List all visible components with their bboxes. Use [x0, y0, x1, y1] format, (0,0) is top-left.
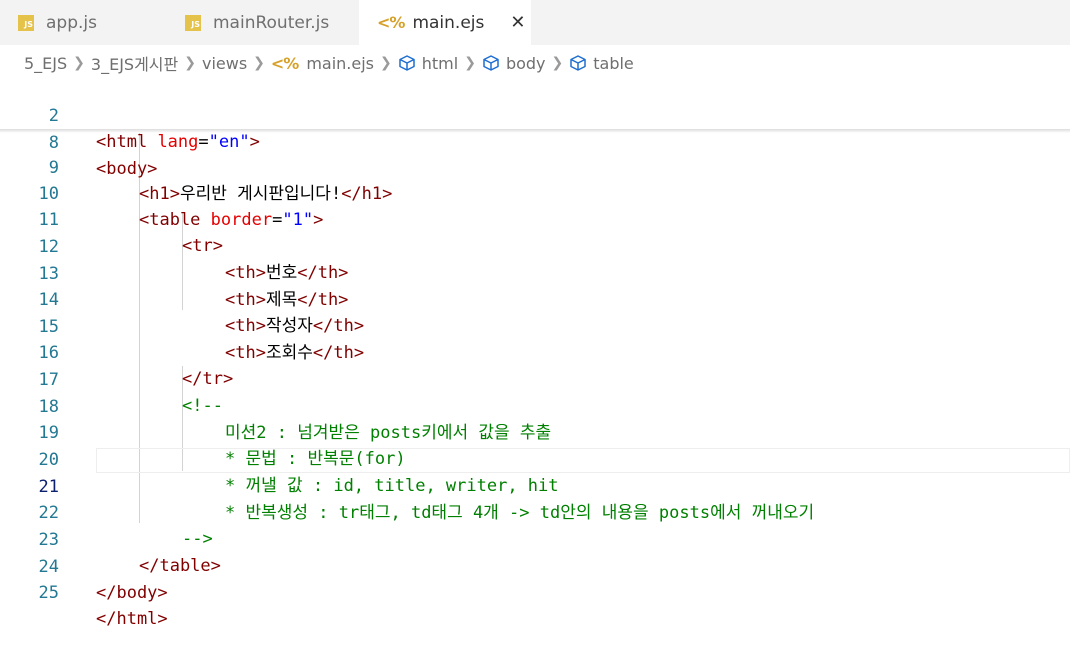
- code-line: 8 <body>: [0, 103, 1070, 180]
- tab-main-router-js[interactable]: JS mainRouter.js: [167, 0, 359, 45]
- code-line-current: 21 * 반복생성 : tr태그, td태그 4개 -> td안의 내용을 po…: [0, 447, 1070, 524]
- chevron-right-icon: ❯: [73, 55, 85, 71]
- tab-label: mainRouter.js: [213, 12, 330, 33]
- close-icon[interactable]: ✕: [510, 12, 525, 33]
- code-line: 22 -->: [0, 473, 1070, 550]
- code-line: 2 <html lang="en">: [0, 76, 1070, 153]
- line-number: 25: [38, 582, 59, 603]
- breadcrumb-item-folder[interactable]: views: [202, 54, 247, 73]
- breadcrumb-item-symbol[interactable]: table: [569, 54, 634, 73]
- code-editor[interactable]: 2 <html lang="en"> 8 <body> 9 <h1>우리반 게시…: [0, 76, 1070, 630]
- chevron-right-icon: ❯: [380, 55, 392, 71]
- tab-label: app.js: [46, 12, 97, 33]
- chevron-right-icon: ❯: [253, 55, 265, 71]
- code-line: 18 미션2 : 넘겨받은 posts키에서 값을 추출: [0, 367, 1070, 444]
- breadcrumb-item-symbol[interactable]: body: [482, 54, 546, 73]
- tab-main-ejs[interactable]: <% main.ejs ✕: [359, 0, 531, 45]
- breadcrumb-item-file[interactable]: <% main.ejs: [271, 54, 374, 73]
- js-file-icon: JS: [18, 14, 34, 31]
- breadcrumb: 5_EJS ❯ 3_EJS게시판 ❯ views ❯ <% main.ejs ❯…: [24, 49, 634, 77]
- code-line: 14 <th>작성자</th>: [0, 260, 1070, 337]
- tab-label: main.ejs: [412, 12, 485, 33]
- ejs-file-icon: <%: [270, 53, 299, 73]
- code-line: 15 <th>조회수</th>: [0, 287, 1070, 364]
- code-line: 12 <th>번호</th>: [0, 207, 1070, 284]
- code-line: 13 <th>제목</th>: [0, 234, 1070, 311]
- code-line: 23 </table>: [0, 500, 1070, 577]
- chevron-right-icon: ❯: [184, 55, 196, 71]
- breadcrumb-item-folder[interactable]: 3_EJS게시판: [91, 51, 178, 75]
- code-line: 16 </tr>: [0, 313, 1070, 390]
- chevron-right-icon: ❯: [551, 55, 564, 71]
- tab-app-js[interactable]: JS app.js: [0, 0, 167, 45]
- cube-icon: [399, 55, 415, 71]
- code-line: 24 </body>: [0, 527, 1070, 604]
- breadcrumb-item-symbol[interactable]: html: [398, 54, 458, 73]
- code-line: 25 </html>: [0, 553, 1070, 630]
- js-file-icon: JS: [185, 14, 201, 31]
- ejs-file-icon: <%: [377, 13, 405, 32]
- code-line: 11 <tr>: [0, 180, 1070, 257]
- cube-icon: [483, 55, 499, 71]
- code-line: 9 <h1>우리반 게시판입니다!</h1>: [0, 128, 1070, 205]
- chevron-right-icon: ❯: [464, 55, 476, 71]
- editor-tab-bar: JS app.js JS mainRouter.js <% main.ejs ✕: [0, 0, 1070, 45]
- breadcrumb-item-folder[interactable]: 5_EJS: [24, 54, 67, 73]
- cube-icon: [570, 55, 586, 71]
- code-line: 20 * 꺼낼 값 : id, title, writer, hit: [0, 420, 1070, 497]
- code-line: 10 <table border="1">: [0, 154, 1070, 231]
- code-line: 17 <!--: [0, 340, 1070, 417]
- code-line: 19 * 문법 : 반복문(for): [0, 393, 1070, 470]
